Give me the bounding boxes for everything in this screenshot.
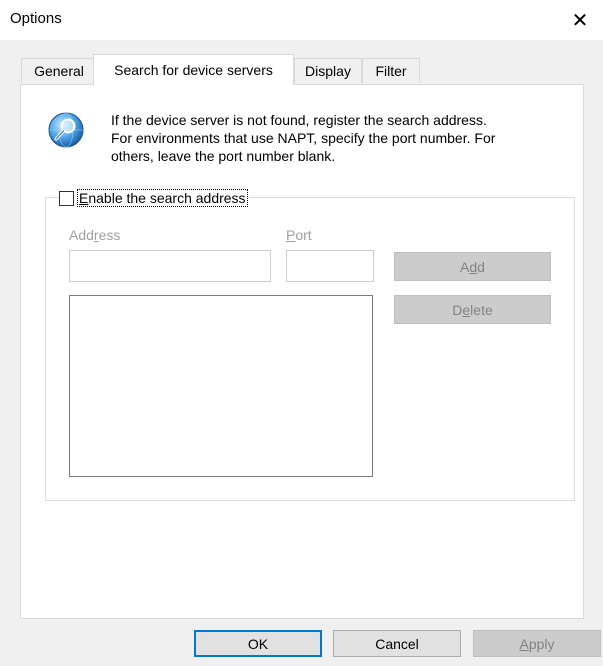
tab-general[interactable]: General	[21, 58, 97, 83]
tab-display[interactable]: Display	[294, 58, 362, 83]
tab-search-label: Search for device servers	[114, 62, 273, 78]
info-line-1: If the device server is not found, regis…	[111, 112, 487, 128]
info-line-2: For environments that use NAPT, specify …	[111, 130, 496, 146]
ok-button-label: OK	[247, 635, 269, 652]
info-message: If the device server is not found, regis…	[111, 111, 571, 165]
apply-button-mnemonic: A	[519, 635, 529, 652]
enable-search-address-checkbox[interactable]	[59, 190, 74, 206]
tab-general-label: General	[34, 63, 84, 79]
close-button[interactable]: ✕	[557, 0, 603, 40]
options-dialog: Options ✕ General Search for device serv…	[0, 0, 603, 666]
close-icon: ✕	[571, 9, 589, 32]
enable-search-address-checkbox-row[interactable]: Enable the search address	[59, 188, 249, 208]
address-label: Address	[69, 227, 121, 243]
cancel-button-label: Cancel	[375, 635, 419, 652]
tab-search-for-device-servers[interactable]: Search for device servers	[93, 54, 294, 85]
cancel-button[interactable]: Cancel	[333, 630, 461, 657]
delete-button[interactable]: De lete	[394, 295, 551, 324]
info-line-3: others, leave the port number blank.	[111, 148, 336, 164]
search-settings-panel: If the device server is not found, regis…	[20, 84, 584, 619]
search-globe-icon	[48, 112, 84, 148]
enable-search-address-label[interactable]: Enable the search address	[77, 189, 248, 207]
address-input[interactable]	[69, 250, 271, 282]
add-button[interactable]: Add	[394, 252, 551, 281]
port-label: Port	[286, 227, 312, 243]
window-title: Options	[10, 10, 62, 27]
apply-button[interactable]: Apply	[473, 630, 601, 657]
title-bar: Options ✕	[0, 0, 603, 40]
apply-button-label-rest: pply	[528, 635, 555, 652]
tab-filter-label: Filter	[375, 63, 407, 79]
tab-display-label: Display	[305, 63, 351, 79]
ok-button[interactable]: OK	[194, 630, 322, 657]
search-address-list[interactable]	[69, 295, 373, 477]
port-input[interactable]	[286, 250, 374, 282]
tab-filter[interactable]: Filter	[362, 58, 420, 83]
